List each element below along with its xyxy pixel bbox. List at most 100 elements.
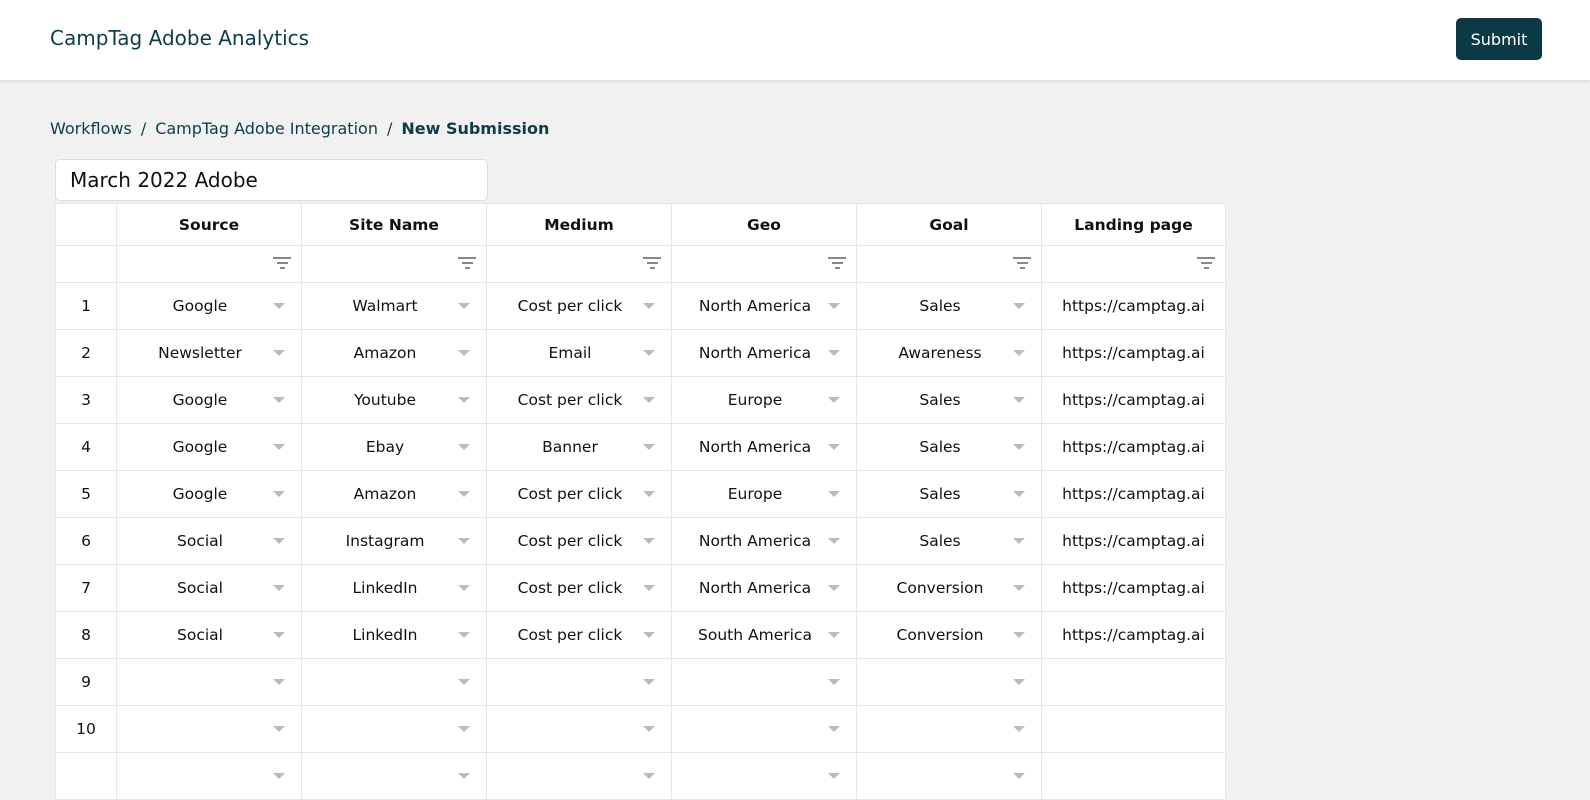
dropdown-cell[interactable] bbox=[856, 752, 1042, 800]
dropdown-cell[interactable]: Sales bbox=[856, 517, 1042, 565]
landing-page-cell[interactable] bbox=[1041, 705, 1226, 753]
caret-down-icon[interactable] bbox=[1013, 538, 1025, 544]
caret-down-icon[interactable] bbox=[828, 491, 840, 497]
dropdown-cell[interactable]: Amazon bbox=[301, 470, 487, 518]
caret-down-icon[interactable] bbox=[273, 538, 285, 544]
caret-down-icon[interactable] bbox=[643, 773, 655, 779]
caret-down-icon[interactable] bbox=[273, 585, 285, 591]
caret-down-icon[interactable] bbox=[458, 726, 470, 732]
caret-down-icon[interactable] bbox=[643, 679, 655, 685]
caret-down-icon[interactable] bbox=[643, 632, 655, 638]
dropdown-cell[interactable] bbox=[116, 705, 302, 753]
caret-down-icon[interactable] bbox=[828, 538, 840, 544]
dropdown-cell[interactable]: Sales bbox=[856, 423, 1042, 471]
dropdown-cell[interactable]: Google bbox=[116, 470, 302, 518]
dropdown-cell[interactable] bbox=[856, 705, 1042, 753]
dropdown-cell[interactable]: Social bbox=[116, 611, 302, 659]
filter-icon[interactable] bbox=[643, 257, 661, 271]
landing-page-cell[interactable]: https://camptag.ai bbox=[1041, 282, 1226, 330]
caret-down-icon[interactable] bbox=[643, 397, 655, 403]
dropdown-cell[interactable]: Europe bbox=[671, 470, 857, 518]
dropdown-cell[interactable]: Europe bbox=[671, 376, 857, 424]
dropdown-cell[interactable] bbox=[671, 705, 857, 753]
caret-down-icon[interactable] bbox=[643, 444, 655, 450]
landing-page-cell[interactable]: https://camptag.ai bbox=[1041, 329, 1226, 377]
breadcrumb-workflows[interactable]: Workflows bbox=[50, 119, 132, 138]
dropdown-cell[interactable] bbox=[116, 752, 302, 800]
dropdown-cell[interactable]: Google bbox=[116, 376, 302, 424]
dropdown-cell[interactable]: Sales bbox=[856, 282, 1042, 330]
caret-down-icon[interactable] bbox=[643, 585, 655, 591]
dropdown-cell[interactable] bbox=[301, 752, 487, 800]
landing-page-cell[interactable]: https://camptag.ai bbox=[1041, 376, 1226, 424]
dropdown-cell[interactable]: Walmart bbox=[301, 282, 487, 330]
column-header[interactable]: Landing page bbox=[1041, 203, 1226, 246]
dropdown-cell[interactable] bbox=[486, 705, 672, 753]
landing-page-cell[interactable] bbox=[1041, 658, 1226, 706]
caret-down-icon[interactable] bbox=[458, 538, 470, 544]
caret-down-icon[interactable] bbox=[458, 679, 470, 685]
dropdown-cell[interactable]: Social bbox=[116, 564, 302, 612]
caret-down-icon[interactable] bbox=[273, 773, 285, 779]
caret-down-icon[interactable] bbox=[1013, 491, 1025, 497]
caret-down-icon[interactable] bbox=[273, 491, 285, 497]
caret-down-icon[interactable] bbox=[1013, 679, 1025, 685]
caret-down-icon[interactable] bbox=[458, 773, 470, 779]
dropdown-cell[interactable]: Google bbox=[116, 282, 302, 330]
filter-icon[interactable] bbox=[273, 257, 291, 271]
column-header[interactable]: Source bbox=[116, 203, 302, 246]
caret-down-icon[interactable] bbox=[273, 726, 285, 732]
dropdown-cell[interactable] bbox=[116, 658, 302, 706]
caret-down-icon[interactable] bbox=[273, 444, 285, 450]
dropdown-cell[interactable]: Sales bbox=[856, 376, 1042, 424]
dropdown-cell[interactable]: North America bbox=[671, 517, 857, 565]
column-header[interactable]: Geo bbox=[671, 203, 857, 246]
filter-icon[interactable] bbox=[458, 257, 476, 271]
dropdown-cell[interactable]: Ebay bbox=[301, 423, 487, 471]
column-header[interactable]: Goal bbox=[856, 203, 1042, 246]
dropdown-cell[interactable]: Amazon bbox=[301, 329, 487, 377]
dropdown-cell[interactable]: Cost per click bbox=[486, 470, 672, 518]
caret-down-icon[interactable] bbox=[458, 585, 470, 591]
filter-icon[interactable] bbox=[828, 257, 846, 271]
landing-page-cell[interactable] bbox=[1041, 752, 1226, 800]
landing-page-cell[interactable]: https://camptag.ai bbox=[1041, 470, 1226, 518]
caret-down-icon[interactable] bbox=[828, 350, 840, 356]
caret-down-icon[interactable] bbox=[1013, 350, 1025, 356]
caret-down-icon[interactable] bbox=[828, 726, 840, 732]
caret-down-icon[interactable] bbox=[828, 773, 840, 779]
caret-down-icon[interactable] bbox=[828, 397, 840, 403]
caret-down-icon[interactable] bbox=[1013, 397, 1025, 403]
caret-down-icon[interactable] bbox=[458, 444, 470, 450]
dropdown-cell[interactable]: Cost per click bbox=[486, 376, 672, 424]
caret-down-icon[interactable] bbox=[273, 303, 285, 309]
landing-page-cell[interactable]: https://camptag.ai bbox=[1041, 517, 1226, 565]
dropdown-cell[interactable] bbox=[486, 752, 672, 800]
dropdown-cell[interactable]: Awareness bbox=[856, 329, 1042, 377]
dropdown-cell[interactable]: North America bbox=[671, 564, 857, 612]
landing-page-cell[interactable]: https://camptag.ai bbox=[1041, 564, 1226, 612]
caret-down-icon[interactable] bbox=[643, 538, 655, 544]
submission-name-input[interactable] bbox=[55, 159, 488, 201]
dropdown-cell[interactable]: Instagram bbox=[301, 517, 487, 565]
dropdown-cell[interactable]: Cost per click bbox=[486, 517, 672, 565]
caret-down-icon[interactable] bbox=[643, 303, 655, 309]
dropdown-cell[interactable] bbox=[486, 658, 672, 706]
caret-down-icon[interactable] bbox=[458, 632, 470, 638]
column-header[interactable]: Site Name bbox=[301, 203, 487, 246]
caret-down-icon[interactable] bbox=[828, 679, 840, 685]
filter-icon[interactable] bbox=[1197, 257, 1215, 271]
breadcrumb-integration[interactable]: CampTag Adobe Integration bbox=[155, 119, 378, 138]
dropdown-cell[interactable] bbox=[671, 752, 857, 800]
dropdown-cell[interactable]: South America bbox=[671, 611, 857, 659]
caret-down-icon[interactable] bbox=[828, 585, 840, 591]
caret-down-icon[interactable] bbox=[273, 679, 285, 685]
dropdown-cell[interactable]: Cost per click bbox=[486, 611, 672, 659]
dropdown-cell[interactable]: North America bbox=[671, 282, 857, 330]
caret-down-icon[interactable] bbox=[828, 303, 840, 309]
caret-down-icon[interactable] bbox=[828, 632, 840, 638]
dropdown-cell[interactable]: Google bbox=[116, 423, 302, 471]
caret-down-icon[interactable] bbox=[273, 397, 285, 403]
dropdown-cell[interactable]: Conversion bbox=[856, 564, 1042, 612]
landing-page-cell[interactable]: https://camptag.ai bbox=[1041, 423, 1226, 471]
